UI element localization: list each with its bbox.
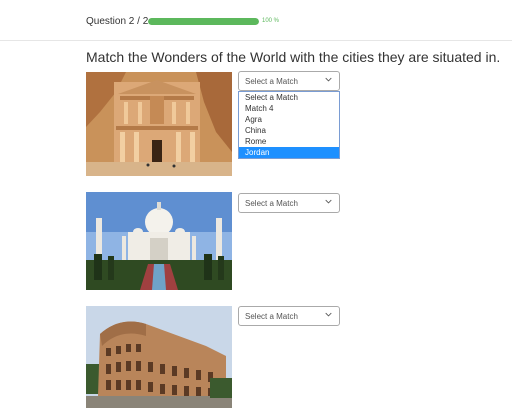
match-select-2-value: Select a Match [245,199,298,208]
match-select-3-value: Select a Match [245,312,298,321]
chevron-down-icon [325,312,332,317]
match-select-2[interactable]: Select a Match [238,193,340,213]
progress-bar [148,18,259,25]
question-title: Match the Wonders of the World with the … [86,49,501,65]
chevron-down-icon [325,77,332,82]
dropdown-option[interactable]: Select a Match [239,92,339,103]
dropdown-option[interactable]: Agra [239,114,339,125]
progress-text: 100 % [262,18,280,24]
petra-treasury-image [86,72,232,176]
match-select-1-value: Select a Match [245,77,298,86]
progress-fill [148,18,259,25]
match-select-3[interactable]: Select a Match [238,306,340,326]
match-dropdown-list: Select a Match Match 4 Agra China Rome J… [238,91,340,159]
dropdown-option[interactable]: Match 4 [239,103,339,114]
dropdown-option[interactable]: Rome [239,136,339,147]
question-counter: Question 2 / 2 [86,16,149,27]
colosseum-image [86,306,232,408]
dropdown-option[interactable]: China [239,125,339,136]
chevron-down-icon [325,199,332,204]
quiz-header: Question 2 / 2 100 % [0,0,512,41]
match-select-1[interactable]: Select a Match [238,71,340,91]
taj-mahal-image [86,192,232,290]
dropdown-option-highlighted[interactable]: Jordan [239,147,339,158]
